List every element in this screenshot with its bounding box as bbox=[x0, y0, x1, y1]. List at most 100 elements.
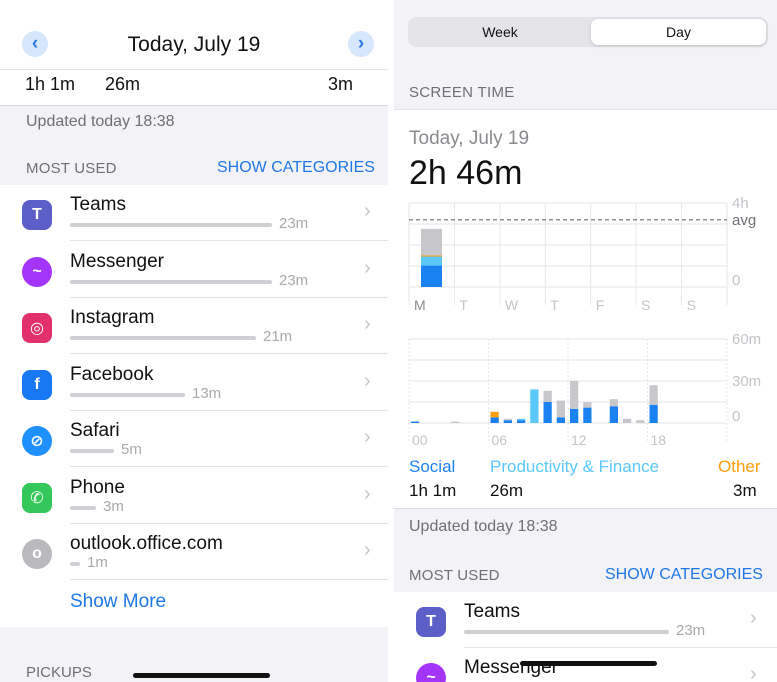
app-row-outlook-office-com[interactable]: o outlook.office.com 1m › bbox=[0, 524, 388, 580]
y-tick-label: 30m bbox=[732, 373, 761, 390]
hourly-bar-uncategorized bbox=[450, 421, 459, 423]
hourly-bar-uncategorized bbox=[543, 390, 552, 402]
hourly-bar-uncategorized bbox=[556, 400, 565, 418]
show-more-button[interactable]: Show More bbox=[70, 591, 166, 613]
show-categories-button[interactable]: SHOW CATEGORIES bbox=[217, 159, 375, 177]
usage-value: 13m bbox=[192, 384, 222, 402]
tab-week[interactable]: Week bbox=[410, 19, 590, 45]
chevron-right-icon: › bbox=[364, 256, 371, 279]
most-used-list: T Teams 23m › ~ Messenger › bbox=[394, 592, 777, 682]
app-row-safari[interactable]: ⊘ Safari 5m › bbox=[0, 411, 388, 467]
usage-bar bbox=[70, 392, 185, 397]
usage-bar bbox=[70, 449, 114, 453]
hourly-bar-social bbox=[543, 402, 552, 423]
app-row-teams[interactable]: T Teams 23m › bbox=[394, 592, 777, 648]
messenger-icon: ~ bbox=[22, 256, 52, 287]
app-name: Facebook bbox=[70, 363, 154, 385]
app-name: Teams bbox=[464, 601, 520, 622]
hourly-bar-uncategorized bbox=[570, 381, 579, 409]
chevron-right-icon: › bbox=[357, 33, 365, 54]
safari-icon: ⊘ bbox=[22, 426, 52, 456]
updated-text: Updated today 18:38 bbox=[409, 518, 558, 535]
weekly-bar-productivity bbox=[421, 256, 442, 266]
app-row-phone[interactable]: ✆ Phone 3m › bbox=[0, 468, 388, 524]
y-tick-label: 4h bbox=[732, 195, 749, 212]
app-name: Messenger bbox=[70, 250, 164, 272]
app-name: Phone bbox=[70, 476, 125, 498]
home-indicator bbox=[520, 661, 657, 666]
hourly-bar-other bbox=[490, 411, 499, 418]
messenger-icon: ~ bbox=[416, 663, 446, 682]
x-tick-label: T bbox=[459, 297, 468, 313]
hourly-bar-uncategorized bbox=[649, 385, 658, 405]
x-tick-label: M bbox=[414, 297, 426, 313]
usage-bar bbox=[464, 630, 669, 634]
screen-time-heading: SCREEN TIME bbox=[409, 84, 515, 101]
home-indicator bbox=[133, 673, 270, 678]
updated-text: Updated today 18:38 bbox=[26, 113, 175, 130]
show-categories-button[interactable]: SHOW CATEGORIES bbox=[605, 566, 763, 584]
app-row-facebook[interactable]: f Facebook 13m › bbox=[0, 355, 388, 411]
row-separator bbox=[70, 579, 388, 580]
weekly-bar-social bbox=[421, 265, 442, 287]
instagram-icon: ◎ bbox=[22, 313, 52, 343]
y-tick-label: 60m bbox=[732, 331, 761, 348]
hourly-bar-uncategorized bbox=[623, 418, 632, 423]
usage-value: 1m bbox=[87, 554, 108, 571]
next-day-button[interactable]: › bbox=[348, 31, 374, 57]
app-row-messenger[interactable]: ~ Messenger 23m › bbox=[0, 242, 388, 298]
app-row-instagram[interactable]: ◎ Instagram 21m › bbox=[0, 298, 388, 354]
app-name: Instagram bbox=[70, 307, 155, 328]
app-row-teams[interactable]: T Teams 23m › bbox=[0, 185, 388, 241]
hourly-bar-uncategorized bbox=[609, 399, 618, 407]
category-values-row: 1h 1m 26m 3m bbox=[0, 70, 388, 106]
app-name: Safari bbox=[70, 420, 120, 441]
x-tick-label: 00 bbox=[412, 432, 428, 448]
app-name: outlook.office.com bbox=[70, 533, 223, 554]
website-icon: o bbox=[22, 539, 52, 569]
x-tick-label: S bbox=[641, 297, 650, 313]
screen-time-card: Today, July 19 2h 46m M T W T F S S 4h avg 0 00 06 1… bbox=[394, 109, 777, 509]
hourly-bar-social bbox=[583, 407, 592, 423]
tab-day[interactable]: Day bbox=[591, 19, 766, 45]
category-label-productivity: Productivity & Finance bbox=[490, 457, 660, 476]
category-value-other: 3m bbox=[733, 481, 757, 500]
chevron-right-icon: › bbox=[364, 426, 371, 448]
teams-icon: T bbox=[22, 200, 52, 230]
weekly-bar-other bbox=[421, 255, 442, 257]
weekly-bar-uncategorized bbox=[421, 228, 442, 256]
most-used-heading: MOST USED bbox=[26, 160, 117, 177]
app-name: Teams bbox=[70, 194, 126, 215]
chevron-right-icon: › bbox=[750, 663, 757, 682]
teams-icon: T bbox=[416, 607, 446, 637]
hourly-bar-productivity bbox=[530, 389, 539, 423]
x-tick-label: S bbox=[687, 297, 696, 313]
usage-value: 5m bbox=[121, 441, 142, 458]
hourly-bar-productivity bbox=[517, 418, 526, 421]
productivity-value: 26m bbox=[105, 74, 141, 94]
hourly-bar-uncategorized bbox=[503, 418, 512, 421]
category-label-other: Other bbox=[718, 457, 761, 476]
facebook-icon: f bbox=[22, 369, 52, 400]
usage-value: 23m bbox=[279, 215, 309, 232]
chevron-right-icon: › bbox=[364, 200, 371, 222]
chevron-right-icon: › bbox=[750, 607, 757, 629]
usage-value: 21m bbox=[263, 328, 293, 345]
social-value: 1h 1m bbox=[25, 74, 76, 94]
usage-bar bbox=[70, 223, 272, 227]
y-tick-label: 0 bbox=[732, 408, 740, 425]
usage-value: 23m bbox=[279, 271, 309, 289]
usage-bar bbox=[70, 505, 96, 510]
hourly-bar-social bbox=[649, 404, 658, 423]
x-tick-label: 06 bbox=[492, 432, 508, 448]
hourly-bar-social bbox=[490, 417, 499, 423]
usage-bar bbox=[70, 279, 272, 284]
hourly-bar-uncategorized bbox=[636, 420, 645, 423]
usage-value: 23m bbox=[676, 622, 706, 639]
category-label-social: Social bbox=[409, 457, 456, 476]
period-segmented-control: Week Day bbox=[408, 17, 768, 47]
x-tick-label: 18 bbox=[651, 432, 667, 448]
usage-value: 3m bbox=[103, 497, 124, 515]
hourly-bar-social bbox=[517, 420, 526, 423]
chevron-right-icon: › bbox=[364, 369, 371, 392]
